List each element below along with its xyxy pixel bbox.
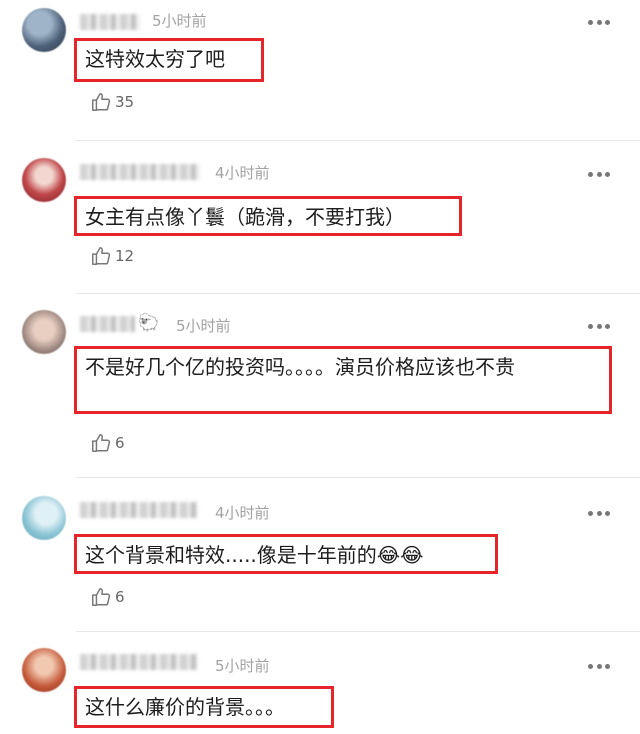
comment-item: 5小时前 这特效太穷了吧 35	[0, 0, 640, 150]
timestamp: 4小时前	[215, 504, 270, 522]
like-button[interactable]: 6	[90, 586, 125, 608]
avatar[interactable]	[22, 158, 66, 202]
comment-item: 4小时前 女主有点像丫鬟（跪滑，不要打我） 12	[0, 150, 640, 294]
like-button[interactable]: 35	[90, 91, 134, 113]
more-dots-icon[interactable]	[588, 510, 610, 516]
more-dots-icon[interactable]	[588, 171, 610, 177]
like-count: 6	[115, 588, 125, 606]
timestamp: 5小时前	[152, 12, 207, 30]
comment-item: 4小时前 这个背景和特效.....像是十年前的😂😂 6	[0, 480, 640, 632]
timestamp: 4小时前	[215, 164, 270, 182]
comment-text: 这个背景和特效.....像是十年前的😂😂	[74, 534, 498, 574]
avatar[interactable]	[22, 8, 66, 52]
more-dots-icon[interactable]	[588, 19, 610, 25]
thumbs-up-icon	[92, 588, 111, 606]
comment-text: 这什么廉价的背景。。。	[74, 686, 334, 728]
timestamp: 5小时前	[215, 657, 270, 675]
like-button[interactable]: 6	[90, 432, 125, 454]
username[interactable]	[80, 14, 140, 30]
avatar[interactable]	[22, 310, 66, 354]
comment-text: 这特效太穷了吧	[74, 38, 264, 82]
divider	[76, 477, 640, 478]
more-dots-icon[interactable]	[588, 663, 610, 669]
more-dots-icon[interactable]	[588, 323, 610, 329]
like-count: 35	[115, 93, 135, 111]
username[interactable]	[80, 316, 135, 332]
like-count: 6	[115, 434, 125, 452]
username[interactable]	[80, 164, 200, 180]
like-count: 12	[115, 247, 135, 265]
thumbs-up-icon	[92, 93, 111, 111]
comment-text: 不是好几个亿的投资吗。。。。演员价格应该也不贵	[74, 346, 612, 414]
sheep-emoji: 🐑	[138, 313, 160, 333]
avatar[interactable]	[22, 648, 66, 692]
timestamp: 5小时前	[176, 317, 231, 335]
comment-item: 5小时前 这什么廉价的背景。。。	[0, 632, 640, 734]
comment-item: 🐑 5小时前 不是好几个亿的投资吗。。。。演员价格应该也不贵 6	[0, 294, 640, 480]
thumbs-up-icon	[92, 434, 111, 452]
thumbs-up-icon	[92, 247, 111, 265]
like-button[interactable]: 12	[90, 245, 134, 267]
comment-text: 女主有点像丫鬟（跪滑，不要打我）	[74, 196, 462, 236]
avatar[interactable]	[22, 496, 66, 540]
username[interactable]	[80, 502, 198, 518]
divider	[76, 140, 640, 141]
username[interactable]	[80, 654, 198, 670]
